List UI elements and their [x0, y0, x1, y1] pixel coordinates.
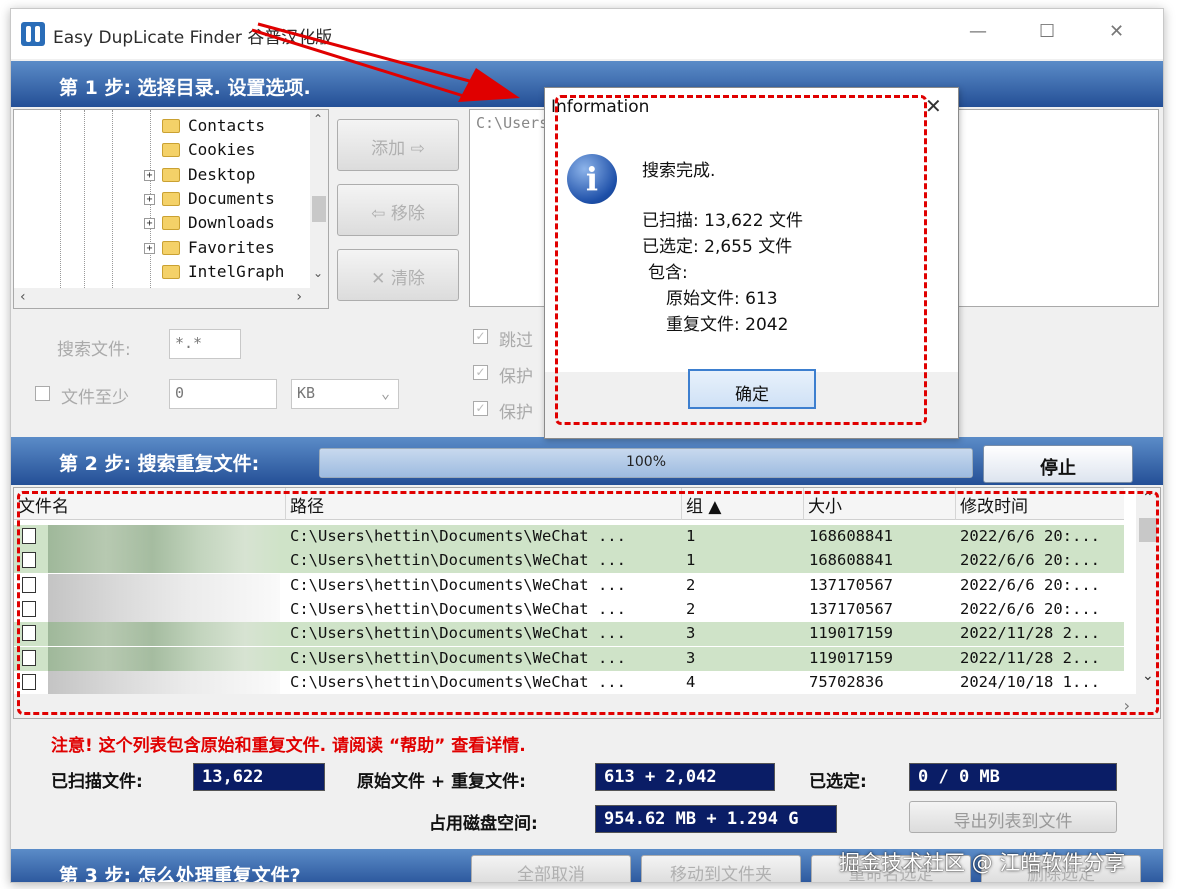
arrow-shaft-1: [257, 22, 489, 88]
arrow-head-icon: [458, 68, 520, 102]
arrow-shaft-2: [251, 28, 471, 100]
red-arrow-annotation: [251, 22, 520, 102]
